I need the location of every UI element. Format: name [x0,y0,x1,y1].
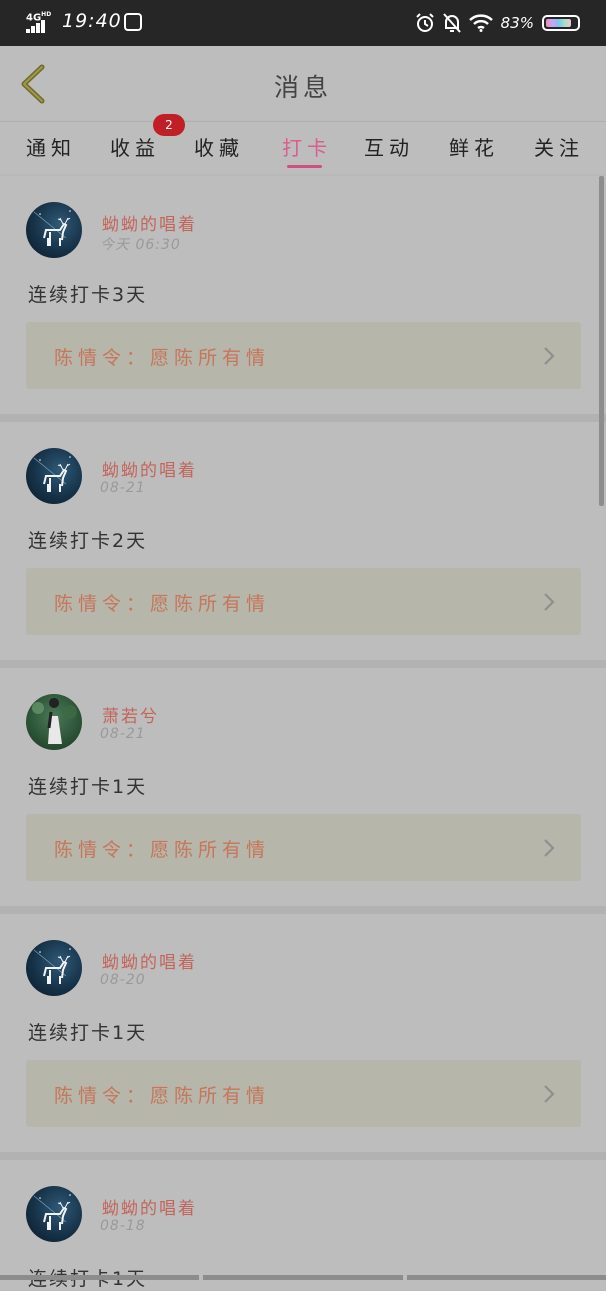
chevron-right-icon [544,839,555,857]
list-item[interactable]: 蚴蚴的唱着 08-20 连续打卡1天 陈情令：愿陈所有情 [0,914,606,1152]
avatar[interactable] [26,448,82,504]
page-title: 消息 [273,73,332,102]
tab-favorites[interactable]: 收藏 [194,132,244,161]
topic-title: 陈情令：愿陈所有情 [54,1085,271,1107]
alarm-icon [415,13,434,32]
chevron-right-icon [544,347,555,365]
topic-link[interactable]: 陈情令：愿陈所有情 [26,814,581,881]
deer-icon [33,456,71,492]
topic-title: 陈情令：愿陈所有情 [54,839,271,861]
checkin-text: 连续打卡1天 [28,776,148,798]
chevron-right-icon [544,1085,555,1103]
deer-icon [33,1194,71,1230]
active-tab-underline [287,165,322,168]
message-time: 今天 06:30 [100,237,181,253]
avatar[interactable] [26,202,82,258]
network-type: 4GHD [26,11,52,24]
bottom-edge-bars [0,1275,606,1280]
message-time: 08-18 [100,1218,146,1234]
user-name[interactable]: 蚴蚴的唱着 [102,948,197,973]
divider [0,660,606,668]
checkin-text: 连续打卡1天 [28,1022,148,1044]
user-name[interactable]: 蚴蚴的唱着 [102,456,197,481]
user-name[interactable]: 萧若兮 [102,702,159,727]
divider [0,906,606,914]
app-header: 消息 [0,46,606,120]
earnings-badge: 2 [153,114,185,136]
tab-notice[interactable]: 通知 [26,132,76,161]
deer-icon [33,948,71,984]
tab-flowers[interactable]: 鲜花 [449,132,499,161]
tab-follow[interactable]: 关注 [534,132,584,161]
topic-link[interactable]: 陈情令：愿陈所有情 [26,568,581,635]
girl-figure-icon [32,698,77,744]
battery-icon [542,15,580,31]
tab-bar: 通知 收益 收藏 打卡 互动 鲜花 关注 [0,121,606,174]
topic-link[interactable]: 陈情令：愿陈所有情 [26,1060,581,1127]
topic-title: 陈情令：愿陈所有情 [54,593,271,615]
battery-fill [546,19,571,27]
tab-checkin-label: 打卡 [282,136,332,160]
topic-title: 陈情令：愿陈所有情 [54,347,271,369]
divider [0,414,606,422]
avatar[interactable] [26,694,82,750]
tab-earnings[interactable]: 收益 [110,132,160,161]
divider [0,1152,606,1160]
list-item[interactable]: 萧若兮 08-21 连续打卡1天 陈情令：愿陈所有情 [0,668,606,906]
signal-icon: 4GHD [26,10,54,34]
avatar[interactable] [26,1186,82,1242]
scrollbar[interactable] [599,176,604,506]
topic-link[interactable]: 陈情令：愿陈所有情 [26,322,581,389]
battery-percent: 83% [500,14,534,32]
status-right-group: 83% [415,10,580,36]
checkin-text: 连续打卡2天 [28,530,148,552]
app-notification-icon [124,13,142,31]
tab-checkin[interactable]: 打卡 [282,132,332,168]
wifi-icon [468,14,493,32]
status-bar: 4GHD 19:40 83% [0,0,606,46]
message-time: 08-21 [100,726,146,742]
tab-interaction[interactable]: 互动 [364,132,414,161]
user-name[interactable]: 蚴蚴的唱着 [102,210,197,235]
message-time: 08-21 [100,480,146,496]
mute-bell-icon [442,13,461,33]
checkin-text: 连续打卡3天 [28,284,148,306]
list-item[interactable]: 蚴蚴的唱着 08-18 连续打卡1天 [0,1160,606,1290]
deer-icon [33,210,71,246]
message-time: 08-20 [100,972,146,988]
avatar[interactable] [26,940,82,996]
list-item[interactable]: 蚴蚴的唱着 今天 06:30 连续打卡3天 陈情令：愿陈所有情 [0,176,606,414]
list-item[interactable]: 蚴蚴的唱着 08-21 连续打卡2天 陈情令：愿陈所有情 [0,422,606,660]
user-name[interactable]: 蚴蚴的唱着 [102,1194,197,1219]
status-time: 19:40 [62,10,122,32]
chevron-right-icon [544,593,555,611]
